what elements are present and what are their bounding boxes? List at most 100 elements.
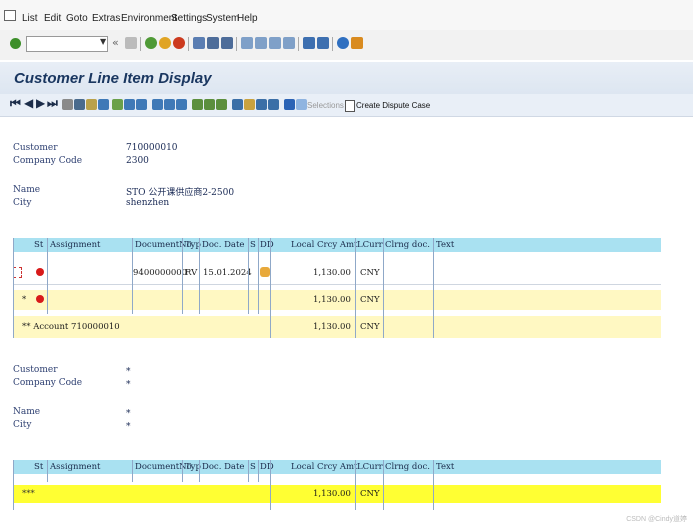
change-icon[interactable] — [74, 99, 85, 110]
menu-settings[interactable]: Settings — [171, 13, 207, 24]
menu-goto[interactable]: Goto — [66, 13, 88, 24]
menu-system[interactable]: System — [206, 13, 239, 24]
column-divider — [383, 238, 384, 338]
toolbar-separator — [188, 37, 189, 51]
enter-icon[interactable] — [10, 38, 21, 49]
previous-record-icon[interactable]: ◀ — [24, 96, 33, 110]
export-icon[interactable] — [216, 99, 227, 110]
col-clrng-doc[interactable]: Clrng doc. — [385, 238, 430, 252]
menu-help[interactable]: Help — [237, 13, 258, 24]
toolbar-separator — [236, 37, 237, 51]
layout-icon[interactable] — [351, 37, 363, 49]
col-local-crcy-amt[interactable]: Local Crcy Amt — [291, 460, 357, 474]
city-label: City — [13, 420, 32, 430]
selections-info-icon[interactable] — [296, 99, 307, 110]
col-local-crcy-amt[interactable]: Local Crcy Amt — [291, 238, 357, 252]
row-select-checkbox[interactable] — [13, 267, 22, 278]
next-record-icon[interactable]: ▶ — [36, 96, 45, 110]
customer-label: Customer — [13, 143, 58, 153]
column-divider — [47, 238, 48, 314]
exit-icon[interactable] — [159, 37, 171, 49]
layout-save-icon[interactable] — [256, 99, 267, 110]
detail-icon[interactable] — [136, 99, 147, 110]
grand-total-label: *** — [22, 489, 35, 499]
toolbar-separator — [298, 37, 299, 51]
sort-ascending-icon[interactable] — [152, 99, 163, 110]
menu-environment[interactable]: Environment — [121, 13, 177, 24]
col-lcurr[interactable]: LCurr — [357, 460, 383, 474]
cell-typ: RV — [185, 268, 198, 278]
col-text[interactable]: Text — [436, 460, 454, 474]
company-code-value: 2300 — [126, 156, 149, 166]
column-divider — [132, 460, 133, 482]
col-st[interactable]: St — [34, 238, 43, 252]
menu-extras[interactable]: Extras — [92, 13, 120, 24]
column-divider — [13, 238, 14, 338]
back-chevron-icon[interactable]: « — [112, 36, 119, 49]
menu-list[interactable]: List — [22, 13, 38, 24]
display-icon[interactable] — [62, 99, 73, 110]
next-page-icon[interactable] — [269, 37, 281, 49]
chevron-down-icon[interactable]: ▼ — [100, 37, 106, 46]
save-icon[interactable] — [125, 37, 137, 49]
col-dd[interactable]: DD — [260, 460, 274, 474]
col-dd[interactable]: DD — [260, 238, 274, 252]
select-icon[interactable] — [86, 99, 97, 110]
find-next-icon[interactable] — [221, 37, 233, 49]
first-page-icon[interactable] — [241, 37, 253, 49]
subtotal-amount: 1,130.00 — [313, 295, 351, 305]
sum-icon[interactable] — [192, 99, 203, 110]
selections-button[interactable]: Selections — [307, 101, 344, 110]
create-dispute-case-button[interactable]: Create Dispute Case — [356, 101, 430, 110]
open-item-status-icon — [36, 295, 44, 303]
name-value: * — [126, 409, 131, 419]
grid-icon[interactable] — [268, 99, 279, 110]
col-st[interactable]: St — [34, 460, 43, 474]
cell-documentno[interactable]: 9400000000 — [133, 264, 187, 282]
column-divider — [258, 460, 259, 482]
menu-edit[interactable]: Edit — [44, 13, 61, 24]
col-clrng-doc[interactable]: Clrng doc. — [385, 460, 430, 474]
column-divider — [258, 238, 259, 314]
col-text[interactable]: Text — [436, 238, 454, 252]
layout-change-icon[interactable] — [244, 99, 255, 110]
layout-select-icon[interactable] — [232, 99, 243, 110]
col-s[interactable]: S — [250, 238, 256, 252]
subtotal-icon[interactable] — [204, 99, 215, 110]
previous-page-icon[interactable] — [255, 37, 267, 49]
cancel-icon[interactable] — [173, 37, 185, 49]
last-page-icon[interactable] — [283, 37, 295, 49]
column-divider — [199, 460, 200, 482]
column-divider — [248, 238, 249, 314]
col-doc-date[interactable]: Doc. Date — [202, 238, 244, 252]
col-documentno[interactable]: DocumentNo — [135, 460, 192, 474]
company-code-value: * — [126, 380, 131, 390]
city-value: * — [126, 422, 131, 432]
col-assignment[interactable]: Assignment — [50, 238, 100, 252]
col-documentno[interactable]: DocumentNo — [135, 238, 192, 252]
document-icon[interactable] — [112, 99, 123, 110]
refresh-icon[interactable] — [124, 99, 135, 110]
new-session-icon[interactable] — [303, 37, 315, 49]
subtotal-currency: CNY — [360, 295, 380, 305]
col-assignment[interactable]: Assignment — [50, 460, 100, 474]
col-lcurr[interactable]: LCurr — [357, 238, 383, 252]
first-record-icon[interactable]: ⏮ — [10, 96, 21, 111]
filter-icon[interactable] — [176, 99, 187, 110]
column-divider — [270, 238, 271, 338]
sort-descending-icon[interactable] — [164, 99, 175, 110]
column-divider — [182, 238, 183, 314]
column-divider — [248, 460, 249, 482]
window-icon[interactable] — [4, 10, 16, 21]
find-icon[interactable] — [207, 37, 219, 49]
help-icon[interactable] — [337, 37, 349, 49]
col-doc-date[interactable]: Doc. Date — [202, 460, 244, 474]
last-record-icon[interactable]: ⏭ — [47, 96, 58, 111]
back-icon[interactable] — [145, 37, 157, 49]
command-field[interactable] — [26, 36, 108, 52]
print-icon[interactable] — [193, 37, 205, 49]
deselect-icon[interactable] — [98, 99, 109, 110]
col-s[interactable]: S — [250, 460, 256, 474]
info-icon[interactable] — [284, 99, 295, 110]
shortcut-icon[interactable] — [317, 37, 329, 49]
